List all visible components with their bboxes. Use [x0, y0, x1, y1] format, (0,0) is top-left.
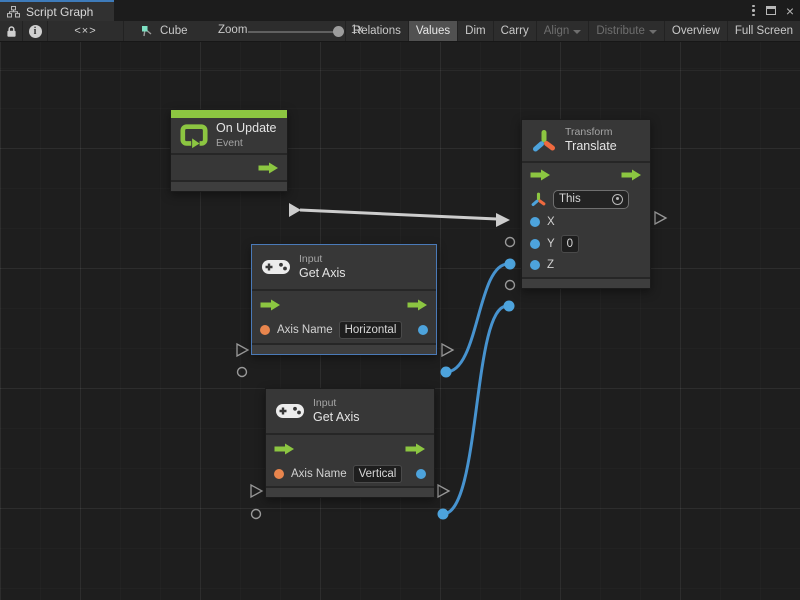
value-port-axis-name[interactable] — [260, 325, 270, 335]
graph-hierarchy-icon — [7, 6, 20, 18]
value-port-axis-name[interactable] — [274, 469, 284, 479]
node-on-update[interactable]: On Update Event — [170, 109, 288, 192]
node-category: Input — [313, 397, 360, 410]
window-titlebar: Script Graph × — [0, 0, 800, 21]
zoom-slider-handle[interactable] — [333, 26, 344, 37]
flow-out-port[interactable] — [258, 162, 279, 174]
flow-out-port[interactable] — [407, 299, 428, 311]
gamepad-icon — [261, 258, 291, 276]
carry-button[interactable]: Carry — [493, 21, 536, 41]
transform-icon — [531, 129, 557, 153]
tab-script-graph[interactable]: Script Graph — [0, 0, 114, 21]
node-subtitle: Event — [216, 137, 276, 150]
node-get-axis-horizontal[interactable]: Input Get Axis Axis Name Horizontal — [251, 244, 437, 355]
window-menu-icon[interactable] — [749, 3, 758, 19]
node-title: Get Axis — [313, 410, 360, 426]
transform-port-icon[interactable] — [530, 192, 547, 207]
maximize-icon[interactable] — [766, 6, 776, 15]
distribute-dropdown[interactable]: Distribute — [588, 21, 664, 41]
value-port-result[interactable] — [416, 469, 426, 479]
dim-button[interactable]: Dim — [457, 21, 492, 41]
lock-button[interactable] — [0, 21, 23, 41]
node-footer — [252, 345, 436, 354]
update-loop-icon — [180, 123, 208, 149]
lock-icon — [6, 25, 17, 38]
value-port-result[interactable] — [418, 325, 428, 335]
gamepad-icon — [275, 402, 305, 420]
node-title: On Update — [216, 121, 276, 137]
value-port-y[interactable] — [530, 239, 540, 249]
graph-toolbar: i <×> Cube Zoom 1x Relations Values Dim … — [0, 21, 800, 42]
align-dropdown[interactable]: Align — [536, 21, 589, 41]
event-color-bar — [171, 110, 287, 118]
flow-out-port[interactable] — [621, 169, 642, 181]
node-footer — [522, 279, 650, 288]
node-footer — [171, 182, 287, 191]
values-button[interactable]: Values — [408, 21, 457, 41]
axis-name-label: Axis Name — [291, 468, 347, 480]
code-toggle-icon: <×> — [74, 25, 96, 37]
info-button[interactable]: i — [23, 21, 48, 41]
value-port-z[interactable] — [530, 260, 540, 270]
toolbar-toggle-group: Relations Values Dim Carry Align Distrib… — [345, 21, 800, 41]
node-title: Get Axis — [299, 266, 346, 282]
graph-breadcrumb[interactable]: Cube — [141, 21, 188, 41]
port-z-label: Z — [547, 259, 554, 271]
graph-target-label: Cube — [160, 25, 188, 37]
close-icon[interactable]: × — [784, 4, 796, 18]
node-category: Input — [299, 253, 346, 266]
overview-button[interactable]: Overview — [664, 21, 727, 41]
value-port-x[interactable] — [530, 217, 540, 227]
flow-in-port[interactable] — [530, 169, 551, 181]
target-object-value: This — [559, 193, 581, 205]
relations-button[interactable]: Relations — [345, 21, 408, 41]
y-value-field[interactable]: 0 — [561, 235, 579, 253]
flow-out-port[interactable] — [405, 443, 426, 455]
node-footer — [266, 488, 434, 497]
info-icon: i — [29, 25, 42, 38]
zoom-slider-track[interactable] — [248, 31, 340, 33]
code-preview-button[interactable]: <×> — [48, 21, 124, 41]
zoom-label: Zoom — [218, 24, 247, 36]
chevron-down-icon — [573, 30, 581, 34]
flow-in-port[interactable] — [260, 299, 281, 311]
axis-name-field[interactable]: Vertical — [353, 465, 403, 483]
node-get-axis-vertical[interactable]: Input Get Axis Axis Name Vertical — [265, 388, 435, 498]
fullscreen-button[interactable]: Full Screen — [727, 21, 800, 41]
target-object-dropdown[interactable]: This — [553, 190, 629, 209]
node-category: Transform — [565, 126, 617, 139]
axis-name-label: Axis Name — [277, 324, 333, 336]
port-x-label: X — [547, 216, 555, 228]
window-controls: × — [749, 0, 796, 21]
node-translate[interactable]: Transform Translate This X Y 0 Z — [521, 119, 651, 289]
object-picker-icon[interactable] — [612, 194, 623, 205]
node-title: Translate — [565, 139, 617, 155]
tab-title: Script Graph — [26, 5, 93, 19]
axis-name-field[interactable]: Horizontal — [339, 321, 403, 339]
port-y-label: Y — [547, 238, 555, 250]
flow-in-port[interactable] — [274, 443, 295, 455]
chevron-down-icon — [649, 30, 657, 34]
graph-node-icon — [141, 25, 154, 38]
